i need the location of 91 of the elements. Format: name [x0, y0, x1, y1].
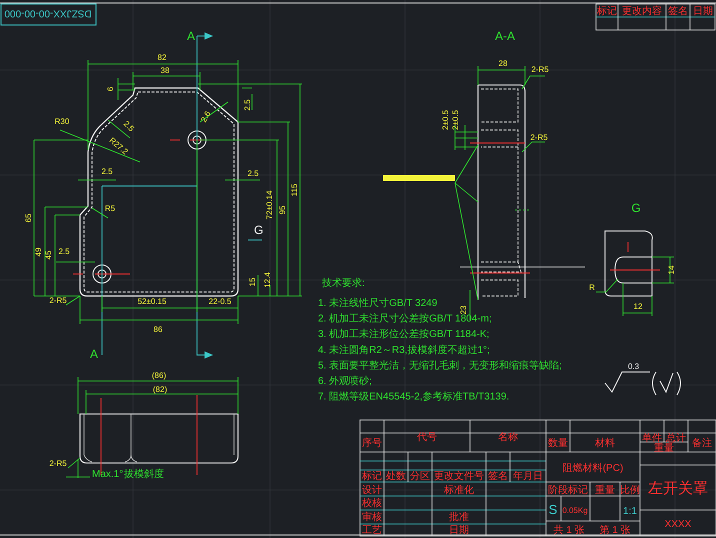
dimension-value: 65: [24, 214, 33, 222]
draft-note: Max.1°: [92, 469, 124, 480]
dimension-value: (82): [152, 385, 168, 394]
title-block-label: 标记: [362, 471, 382, 482]
dimension-value: 2-R5: [49, 459, 67, 468]
title-block-label: 审核: [362, 512, 382, 523]
title-block-label: 备注: [692, 438, 712, 449]
stage-mark: S: [548, 502, 558, 517]
dimension-value: 2.5: [247, 169, 259, 178]
title-block-label: 工艺: [362, 525, 382, 536]
title-block-label: 单件: [642, 433, 662, 444]
requirement-text: 4. 未注圆角R2～R3,拔模斜度不超过1°;: [318, 344, 490, 356]
title-block-label: 标准化: [444, 485, 474, 496]
revision-table-header: 标记: [597, 6, 617, 17]
section-mark: A: [90, 347, 98, 361]
title-block-label: 代号: [417, 432, 437, 443]
dimension-value: 115: [290, 184, 299, 196]
dimension-value: 2.6: [199, 110, 213, 124]
view-mark: G: [254, 223, 264, 237]
title-block-label: 材料: [595, 438, 615, 449]
revision-table-header: 签名: [668, 6, 688, 17]
requirement-text: 7. 阻燃等级EN45545-2,参考标准TB/T3139.: [318, 392, 510, 403]
dimension-value: 2-R5: [531, 65, 549, 74]
sheet-count: 第 1 张: [599, 525, 631, 536]
revision-table-header: 日期: [693, 6, 713, 17]
title-block-label: 名称: [498, 432, 518, 443]
title-block-label: 设计: [362, 485, 382, 496]
requirement-text: 3. 机加工未注形位公差按GB/T 1184-K;: [318, 329, 490, 340]
requirement-text: 6. 外观喷砂;: [318, 376, 372, 387]
sheet-count: 共 1 张: [553, 525, 585, 536]
part-name: 左开关罩: [648, 480, 708, 497]
title-block-label: 更改文件号: [434, 471, 484, 482]
draft-note: 拔模斜度: [124, 469, 164, 480]
dimension-value: 82: [158, 53, 166, 62]
section-mark: A: [187, 29, 196, 43]
dimension-value: 12.4: [263, 272, 272, 288]
requirement-text: 2. 机加工未注尺寸公差按GB/T 1804-m;: [318, 314, 492, 325]
dimension-value: 23: [459, 306, 468, 314]
dimension-value: R30: [54, 117, 70, 126]
title-block-label: 处数: [386, 471, 406, 482]
requirement-text: 5. 表面要平整光洁，无缩孔毛刺，无变形和缩痕等缺陷;: [318, 360, 562, 372]
dimension-value: 2±0.5: [451, 110, 460, 130]
requirement-text: 1. 未注线性尺寸GB/T 3249: [318, 298, 438, 309]
title-block-label: 签名: [488, 471, 508, 482]
drawing-scale: 1:1: [623, 506, 637, 517]
dimension-value: 12: [634, 302, 642, 311]
dimension-value: 2-R5: [530, 133, 548, 142]
dimension-value: 2.5: [58, 247, 70, 256]
material-name: 阻燃材料(PC): [562, 463, 624, 474]
dimension-value: 2.5: [243, 99, 252, 111]
roughness-symbol-icon: [604, 372, 650, 393]
title-block-label: 分区: [410, 471, 430, 482]
dimension-value: 28: [498, 59, 508, 68]
title-block-label: 阶段标记: [548, 485, 588, 496]
roughness-value: 0.3: [628, 362, 640, 371]
title-block-label: 比例: [620, 485, 640, 496]
title-block-label: 日期: [449, 525, 469, 536]
part-weight: 0.05Kg: [562, 506, 588, 515]
revision-table-header: 更改内容: [622, 6, 662, 17]
dimension-value: 2.5: [101, 167, 113, 176]
dimension-value: 22-0.5: [208, 297, 232, 306]
dimension-value: 2±0.5: [441, 110, 450, 130]
title-block-label: 序号: [362, 438, 382, 449]
dimension-value: 52±0.15: [138, 297, 166, 306]
dimension-value: 49: [34, 248, 43, 256]
dimension-value: 15: [248, 278, 257, 286]
title-block-label: 重量: [595, 485, 615, 496]
title-block-label: 年月日: [513, 471, 543, 482]
section-view-title: A-A: [495, 29, 515, 43]
title-block-label: 重量: [654, 443, 674, 454]
dimension-value: 95: [278, 206, 287, 214]
dimension-value: 6: [106, 86, 115, 92]
title-block-label: 数量: [548, 438, 568, 449]
detail-view-title: G: [631, 201, 641, 215]
dimension-value: R: [589, 283, 595, 292]
dimension-value: 38: [160, 66, 170, 75]
dimension-value: 2.5: [122, 119, 136, 134]
drawing-number: DSZJXX-00-00-000: [4, 7, 92, 18]
title-block-label: 校核: [362, 498, 382, 509]
dimension-value: 14: [667, 266, 676, 274]
dimension-value: (86): [152, 371, 166, 380]
check-in-parentheses-icon: [652, 372, 681, 396]
title-block-label: 批准: [449, 512, 469, 523]
dimension-value: R5: [104, 204, 116, 213]
dimension-value: 2-R5: [49, 296, 67, 305]
dimension-value: 86: [154, 325, 162, 334]
part-code: XXXX: [664, 519, 692, 530]
requirements-title: 技术要求:: [322, 278, 365, 289]
dimension-value: 72±0.14: [265, 190, 274, 220]
dimension-value: 45: [44, 250, 53, 260]
title-block-label: 总计: [666, 433, 686, 444]
